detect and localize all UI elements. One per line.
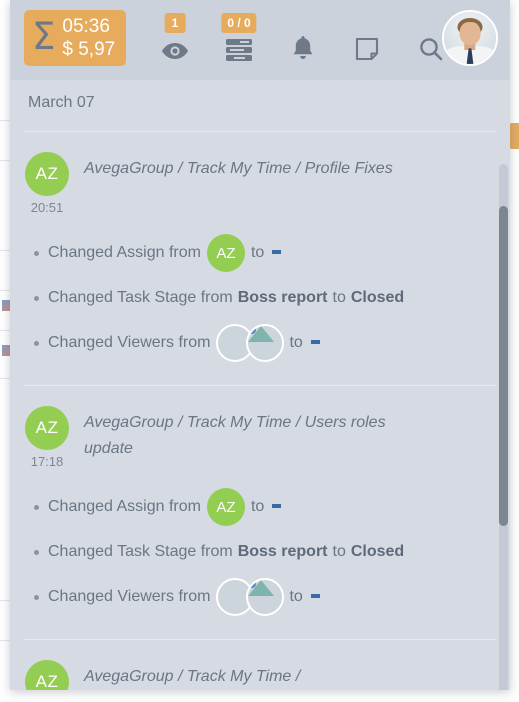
change-prefix: Changed Task Stage from xyxy=(48,543,233,560)
change-to-dash xyxy=(310,339,320,344)
change-to-value: Closed xyxy=(350,289,405,306)
change-from-photos[interactable] xyxy=(216,578,285,616)
change-from-value: Boss report xyxy=(237,543,328,560)
eye-badge: 1 xyxy=(164,13,186,33)
change-item: Changed Viewers from to xyxy=(34,577,496,617)
user-avatar-photo xyxy=(444,12,496,64)
bell-button[interactable] xyxy=(286,13,320,67)
change-prefix: Changed Assign from xyxy=(48,244,201,261)
change-to-value: Closed xyxy=(350,543,405,560)
user-avatar[interactable] xyxy=(442,10,498,66)
scrollbar-thumb[interactable] xyxy=(499,206,508,526)
change-to-dash xyxy=(272,249,282,254)
note-button[interactable] xyxy=(350,13,384,67)
change-from-photos[interactable] xyxy=(216,324,285,362)
notifications-panel: Σ 05:36 $ 5,97 1 0 / 0 March 07 AZ 20:51… xyxy=(10,0,510,690)
tasks-list-button[interactable]: 0 / 0 xyxy=(221,13,257,67)
change-from-avatar[interactable]: AZ xyxy=(206,488,245,526)
activity-entry[interactable]: AZ 20:51 AvegaGroup / Track My Time / Pr… xyxy=(10,132,510,363)
timer-amount: $ 5,97 xyxy=(62,39,116,60)
change-to-dash xyxy=(272,503,282,508)
tasks-list-badge: 0 / 0 xyxy=(221,13,257,33)
screen-root: Σ 05:36 $ 5,97 1 0 / 0 March 07 AZ 20:51… xyxy=(0,0,519,702)
panel-header: Σ 05:36 $ 5,97 1 0 / 0 xyxy=(10,0,510,80)
change-middle: to xyxy=(332,543,346,560)
breadcrumb[interactable]: AvegaGroup / Track My Time / xyxy=(84,660,300,690)
search-icon xyxy=(419,37,443,61)
change-middle: to xyxy=(289,334,303,351)
day-label: March 07 xyxy=(28,94,95,111)
eye-button[interactable]: 1 xyxy=(158,13,192,67)
entry-time: 17:18 xyxy=(30,454,64,469)
change-item: Changed Task Stage from Boss report to C… xyxy=(34,532,496,572)
entry-avatar[interactable]: AZ xyxy=(25,660,69,690)
change-middle: to xyxy=(250,244,265,261)
change-to-dash xyxy=(310,593,320,598)
note-icon xyxy=(355,37,379,61)
breadcrumb[interactable]: AvegaGroup / Track My Time / Users roles… xyxy=(84,406,414,462)
breadcrumb[interactable]: AvegaGroup / Track My Time / Profile Fix… xyxy=(84,152,393,182)
change-from-avatar[interactable]: AZ xyxy=(206,234,245,272)
change-item: Changed Assign from AZ to xyxy=(34,487,496,527)
change-prefix: Changed Task Stage from xyxy=(48,289,233,306)
change-item: Changed Task Stage from Boss report to C… xyxy=(34,278,496,318)
timer-elapsed: 05:36 xyxy=(62,16,110,37)
tasks-list-icon xyxy=(226,39,252,61)
change-list: Changed Assign from AZ to Changed Task S… xyxy=(24,487,496,617)
change-middle: to xyxy=(250,498,265,515)
activity-feed[interactable]: March 07 AZ 20:51 AvegaGroup / Track My … xyxy=(10,80,510,690)
entry-avatar[interactable]: AZ xyxy=(25,406,69,450)
change-prefix: Changed Assign from xyxy=(48,498,201,515)
viewer-avatar-chart xyxy=(246,578,285,616)
change-prefix: Changed Viewers from xyxy=(48,588,211,605)
change-list: Changed Assign from AZ to Changed Task S… xyxy=(24,233,496,363)
change-item: Changed Viewers from to xyxy=(34,323,496,363)
sigma-icon: Σ xyxy=(32,15,56,58)
entry-avatar[interactable]: AZ xyxy=(25,152,69,196)
change-middle: to xyxy=(332,289,346,306)
scrollbar-track[interactable] xyxy=(499,164,508,690)
activity-entry[interactable]: AZ AvegaGroup / Track My Time / xyxy=(10,640,510,690)
header-icon-row: 1 0 / 0 xyxy=(158,0,448,80)
side-tab-handle[interactable] xyxy=(510,123,519,149)
bell-icon xyxy=(292,35,314,61)
entry-time: 20:51 xyxy=(30,200,64,215)
viewer-avatar-chart xyxy=(246,324,285,362)
change-prefix: Changed Viewers from xyxy=(48,334,211,351)
eye-icon xyxy=(161,41,189,61)
change-middle: to xyxy=(289,588,303,605)
change-from-value: Boss report xyxy=(237,289,328,306)
change-item: Changed Assign from AZ to xyxy=(34,233,496,273)
timer-badge[interactable]: Σ 05:36 $ 5,97 xyxy=(24,10,127,66)
activity-entry[interactable]: AZ 17:18 AvegaGroup / Track My Time / Us… xyxy=(10,386,510,617)
